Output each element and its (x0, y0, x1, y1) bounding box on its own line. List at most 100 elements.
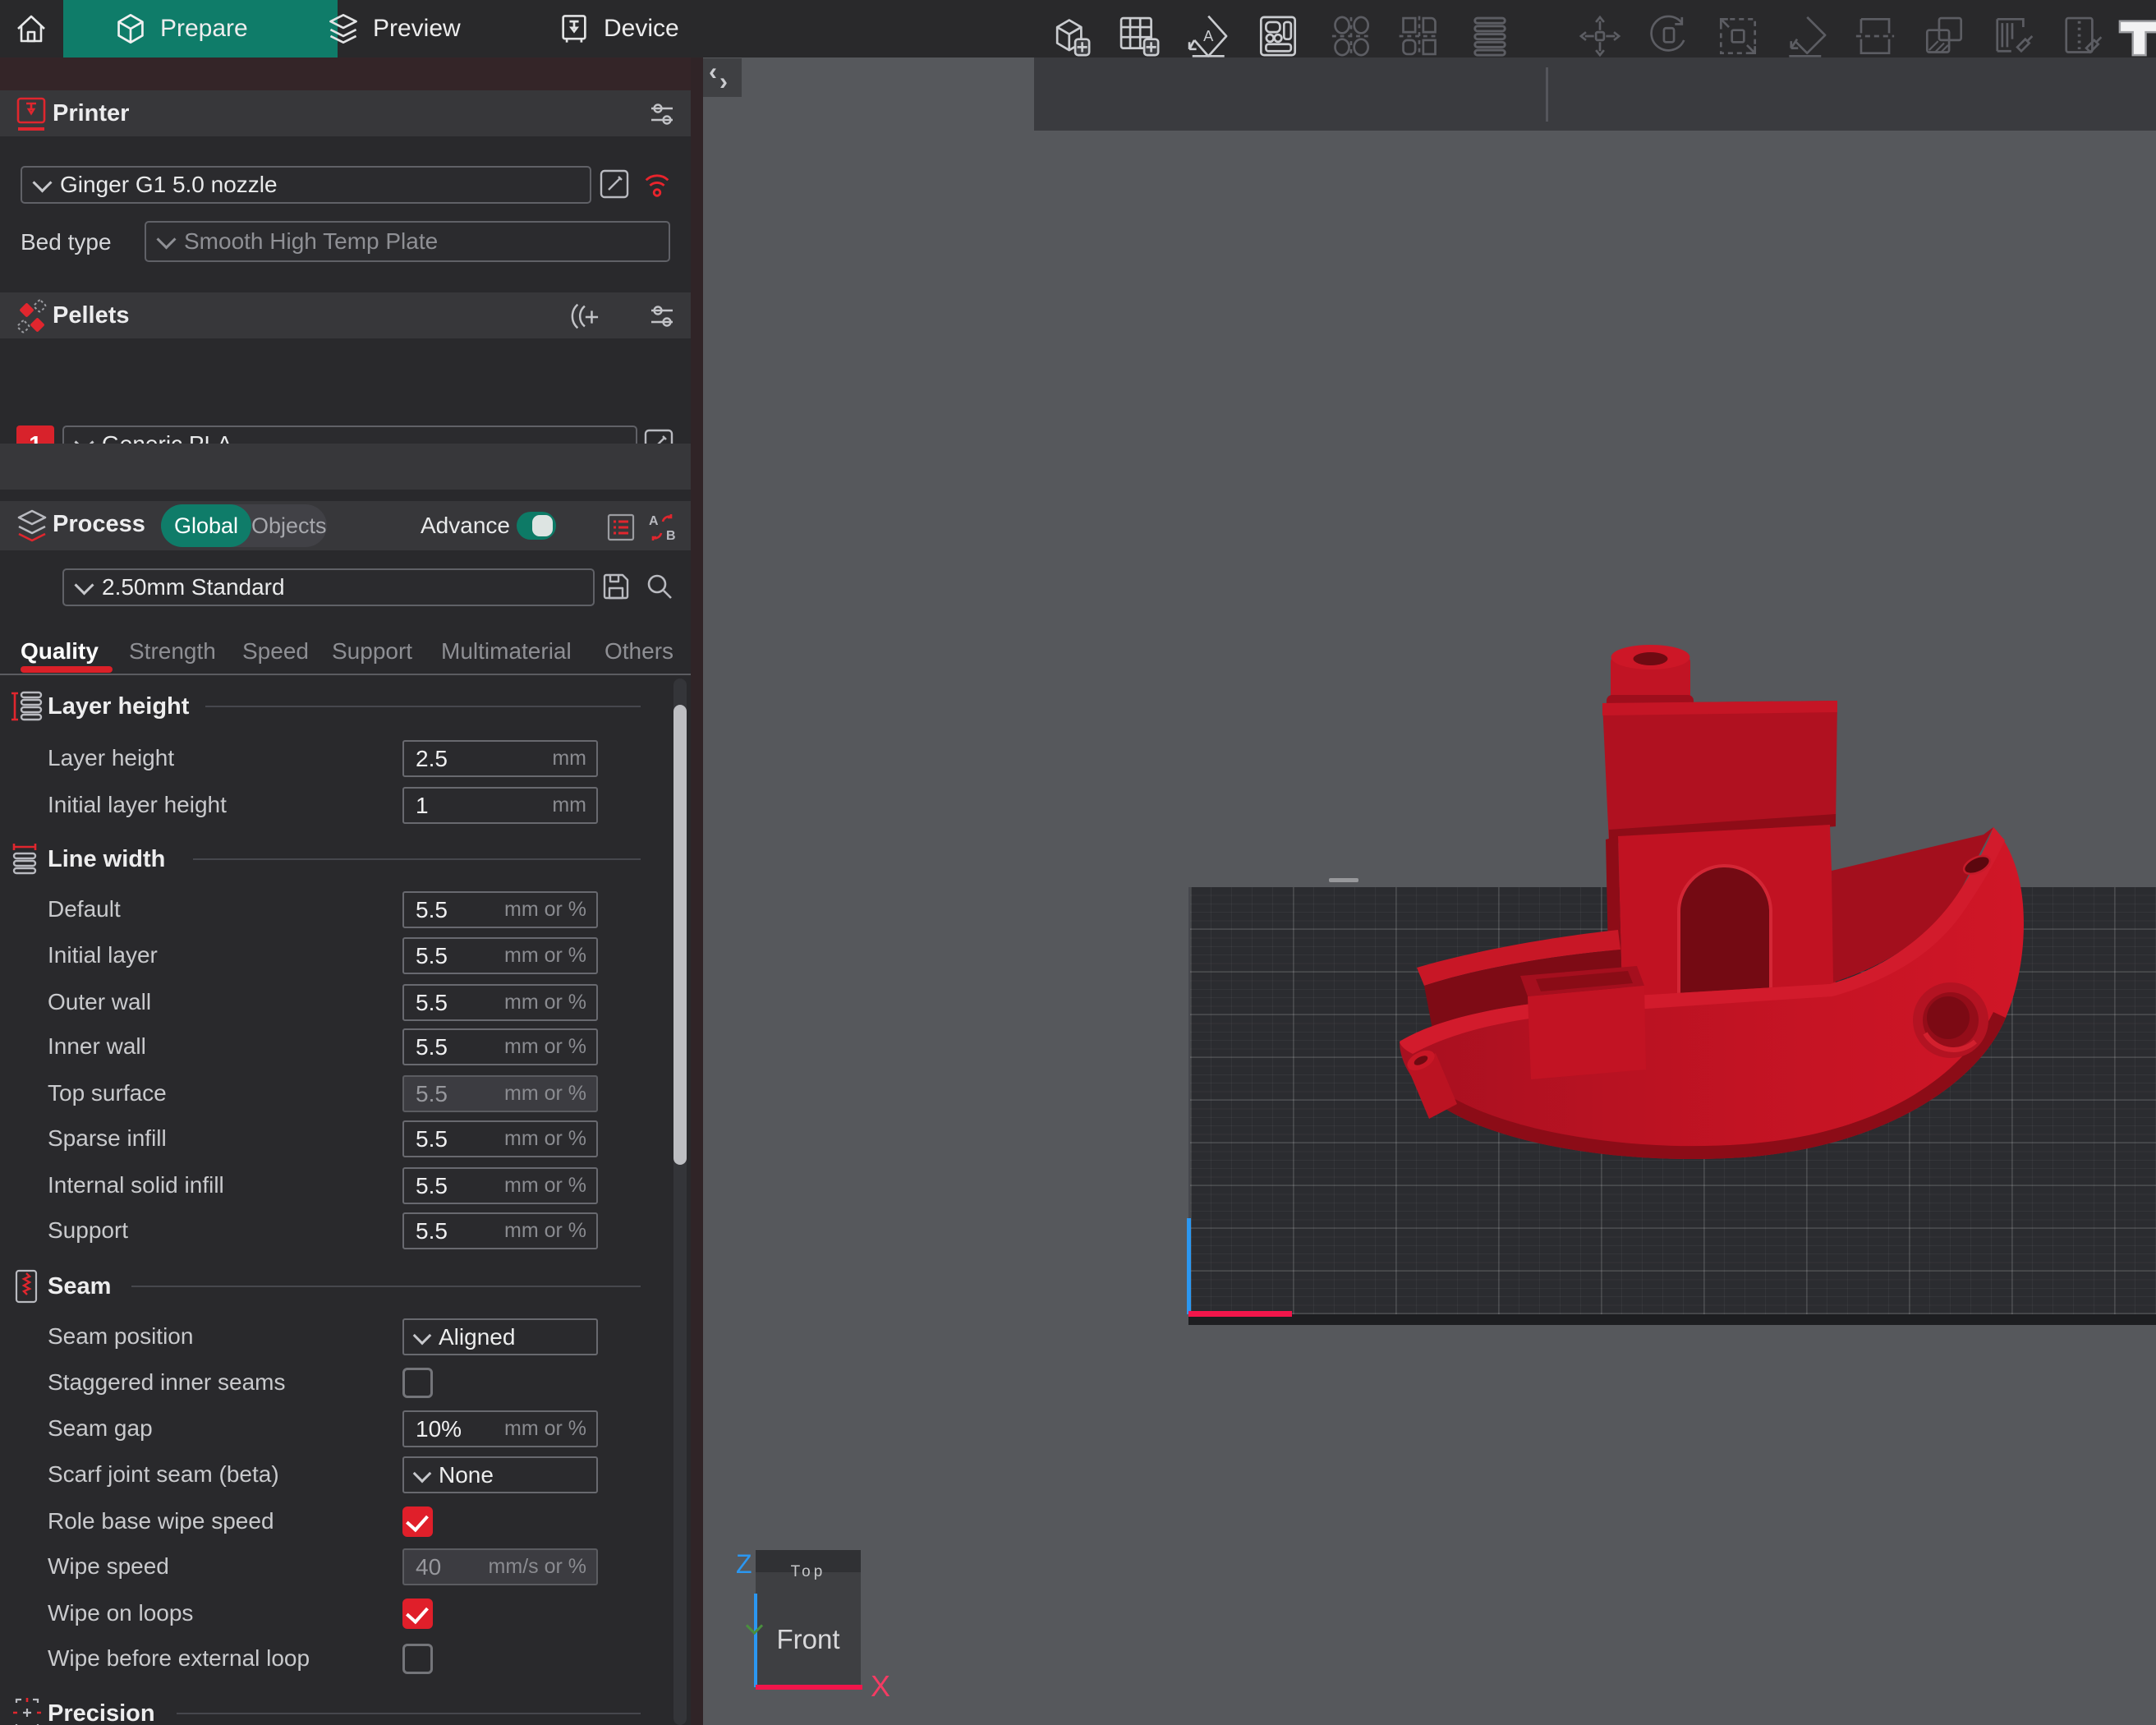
plate-x-axis-line (1188, 1311, 1292, 1317)
unit: mm (552, 742, 586, 775)
seam-gap-input[interactable]: 10% mm or % (402, 1410, 598, 1447)
chevron-down-icon (156, 229, 176, 249)
add-model-icon[interactable] (1047, 13, 1093, 59)
wipe-speed-input[interactable]: 40 mm/s or % (402, 1548, 598, 1585)
process-section-title: Process (53, 501, 145, 547)
scrollbar-thumb[interactable] (673, 705, 687, 1165)
scope-global[interactable]: Global (161, 504, 251, 547)
line-width-support-input[interactable]: 5.5 mm or % (402, 1212, 598, 1249)
seam-paint-icon[interactable] (2058, 13, 2104, 59)
tab-prepare[interactable]: Prepare (63, 0, 338, 58)
value: None (439, 1458, 494, 1492)
printer-select[interactable]: Ginger G1 5.0 nozzle (21, 166, 591, 204)
navcube-front-label[interactable]: Front (756, 1624, 861, 1655)
layer-height-input[interactable]: 2.5 mm (402, 740, 598, 777)
printer-edit-button[interactable] (598, 168, 631, 200)
navcube-top-label[interactable]: Top (756, 1563, 861, 1581)
tab-multimaterial[interactable]: Multimaterial (441, 632, 572, 670)
auto-orient-icon[interactable]: A (1184, 13, 1230, 59)
support-paint-icon[interactable] (1989, 13, 2035, 59)
setting-label: Outer wall (48, 983, 151, 1021)
text-tool-icon[interactable] (2116, 13, 2156, 59)
pellets-settings-button[interactable] (646, 300, 678, 333)
line-width-title: Line width (48, 840, 165, 879)
setting-row: Outer wall 5.5 mm or % (0, 983, 673, 1021)
value: 5.5 (416, 1169, 448, 1203)
arrange-icon[interactable] (1255, 13, 1301, 59)
chevron-left-icon: ‹ (709, 58, 717, 86)
save-preset-button[interactable] (600, 570, 632, 603)
z-axis-line (754, 1594, 757, 1687)
setting-label: Initial layer height (48, 786, 227, 824)
tab-others[interactable]: Others (605, 632, 673, 670)
scale-icon[interactable] (1715, 13, 1761, 59)
setting-label: Scarf joint seam (beta) (48, 1456, 279, 1493)
seam-icon (10, 1267, 44, 1309)
line-width-initial-layer-input[interactable]: 5.5 mm or % (402, 937, 598, 974)
home-button[interactable] (0, 0, 62, 58)
wipe-before-external-loop-checkbox[interactable] (402, 1644, 433, 1674)
setting-row: Initial layer 5.5 mm or % (0, 936, 673, 974)
setting-row: Sparse infill 5.5 mm or % (0, 1120, 673, 1157)
chevron-right-icon: › (719, 68, 728, 96)
setting-row: Scarf joint seam (beta) None (0, 1456, 673, 1493)
move-icon[interactable] (1577, 13, 1623, 59)
tab-quality[interactable]: Quality (21, 632, 99, 670)
add-plate-icon[interactable] (1116, 13, 1162, 59)
tab-support[interactable]: Support (332, 632, 412, 670)
rotate-icon[interactable] (1646, 13, 1692, 59)
scarf-joint-seam-select[interactable]: None (402, 1456, 598, 1493)
variable-layer-height-icon[interactable] (1467, 13, 1513, 59)
tab-strength[interactable]: Strength (129, 632, 216, 670)
advance-toggle[interactable] (517, 512, 556, 540)
navigation-cube[interactable]: Top Front (756, 1550, 861, 1688)
x-axis-line (756, 1685, 862, 1690)
bed-type-select[interactable]: Smooth High Temp Plate (145, 221, 670, 262)
process-scope-toggle[interactable]: Global Objects (161, 504, 327, 547)
staggered-inner-seams-checkbox[interactable] (402, 1368, 433, 1398)
value: 5.5 (416, 1122, 448, 1156)
line-width-sparse-infill-input[interactable]: 5.5 mm or % (402, 1120, 598, 1157)
value: 5.5 (416, 986, 448, 1019)
mesh-boolean-icon[interactable] (1921, 13, 1967, 59)
role-base-wipe-speed-checkbox[interactable] (402, 1506, 433, 1537)
line-width-inner-wall-input[interactable]: 5.5 mm or % (402, 1028, 598, 1065)
wifi-icon[interactable] (641, 168, 673, 200)
scope-objects[interactable]: Objects (251, 504, 325, 547)
section-rule (193, 858, 641, 860)
search-preset-button[interactable] (643, 570, 676, 603)
wipe-on-loops-checkbox[interactable] (402, 1598, 433, 1629)
setting-label: Layer height (48, 739, 174, 777)
settings-panel: Printer Ginger G1 5.0 nozzle Bed type Sm… (0, 58, 691, 1725)
initial-layer-height-input[interactable]: 1 mm (402, 787, 598, 824)
split-to-parts-icon[interactable] (1396, 13, 1442, 59)
line-width-internal-solid-input[interactable]: 5.5 mm or % (402, 1167, 598, 1204)
svg-text:A: A (649, 514, 659, 528)
printer-settings-button[interactable] (646, 98, 678, 131)
compare-ab-button[interactable]: A B (646, 511, 678, 544)
layer-height-title: Layer height (48, 687, 189, 726)
add-pellet-button[interactable] (567, 300, 600, 333)
unit: mm or % (504, 1412, 586, 1446)
lay-flat-icon[interactable] (1783, 13, 1829, 59)
plate-tab-marker[interactable] (1329, 878, 1358, 882)
seam-position-select[interactable]: Aligned (402, 1318, 598, 1355)
benchy-model[interactable] (1372, 624, 2029, 1166)
chevron-down-icon (74, 575, 94, 595)
preset-select[interactable]: 2.50mm Standard (62, 568, 595, 606)
setting-label: Top surface (48, 1074, 167, 1112)
line-width-outer-wall-input[interactable]: 5.5 mm or % (402, 984, 598, 1021)
tab-speed[interactable]: Speed (242, 632, 309, 670)
line-width-default-input[interactable]: 5.5 mm or % (402, 891, 598, 928)
tab-preview[interactable]: Preview (327, 0, 475, 58)
parameter-list-button[interactable] (605, 511, 637, 544)
collapse-panel-button[interactable]: ‹ › (703, 58, 742, 97)
value: 5.5 (416, 1030, 448, 1064)
split-to-objects-icon[interactable] (1328, 13, 1374, 59)
pellets-section-header: Pellets (0, 292, 691, 338)
tab-preview-label: Preview (373, 15, 461, 43)
unit: mm or % (504, 893, 586, 927)
line-width-top-surface-input[interactable]: 5.5 mm or % (402, 1075, 598, 1112)
cut-icon[interactable] (1852, 13, 1898, 59)
tab-device[interactable]: Device (558, 0, 697, 58)
